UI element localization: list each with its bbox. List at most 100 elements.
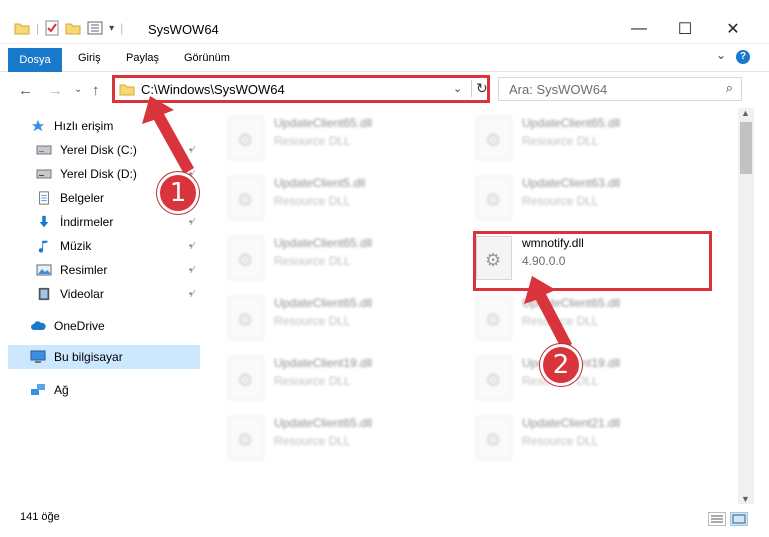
tab-share[interactable]: Paylaş <box>120 46 165 70</box>
refresh-icon[interactable]: ↻ <box>471 80 488 97</box>
star-icon <box>31 119 45 132</box>
tab-file[interactable]: Dosya <box>8 48 62 72</box>
sidebar-item-this-pc[interactable]: Bu bilgisayar <box>8 345 200 369</box>
file-type: Resource DLL <box>274 434 351 448</box>
minimize-icon: — <box>631 20 647 37</box>
gear-icon: ⚙ <box>485 130 502 150</box>
sidebar-item-music[interactable]: Müzik •∕ <box>0 234 200 258</box>
pin-icon[interactable]: •∕ <box>189 289 194 300</box>
file-type: Resource DLL <box>522 194 599 208</box>
documents-icon <box>39 191 49 205</box>
list-item[interactable]: ⚙ UpdateClient65.dll Resource DLL <box>228 114 448 164</box>
sidebar-item-downloads[interactable]: İndirmeler •∕ <box>0 210 200 234</box>
sidebar-item-label: Müzik <box>60 239 92 253</box>
details-view-button[interactable] <box>708 512 726 526</box>
address-dropdown-icon[interactable]: ⌄ <box>453 82 462 95</box>
gear-icon: ⚙ <box>237 130 254 150</box>
status-bar: 141 öğe <box>0 504 769 537</box>
new-folder-icon[interactable] <box>65 21 81 35</box>
file-type: Resource DLL <box>274 374 351 388</box>
list-item[interactable]: ⚙ UpdateClient19.dll Resource DLL <box>476 354 696 404</box>
drive-icon <box>36 145 52 155</box>
recent-locations-icon[interactable]: ⌄ <box>74 84 82 95</box>
step-badge-1: 1 <box>157 172 199 214</box>
cloud-icon <box>31 321 46 330</box>
ribbon-expand-icon[interactable]: ⌄ <box>716 48 726 62</box>
list-item[interactable]: ⚙ UpdateClient21.dll Resource DLL <box>476 414 696 464</box>
sidebar-item-onedrive[interactable]: OneDrive <box>0 314 200 338</box>
step-badge-2: 2 <box>540 344 582 386</box>
file-type: Resource DLL <box>274 254 351 268</box>
sidebar-item-label: İndirmeler <box>60 215 114 229</box>
arrow-1 <box>142 96 194 174</box>
file-name: UpdateClient65.dll <box>522 116 621 130</box>
quick-access-toolbar: | ▾ | <box>14 20 123 36</box>
search-icon[interactable]: ⌕ <box>726 80 733 96</box>
ribbon-tabs: Dosya Giriş Paylaş Görünüm ⌄ ? <box>0 44 769 72</box>
pin-icon[interactable]: •∕ <box>189 217 194 228</box>
file-type: Resource DLL <box>274 194 351 208</box>
scrollbar-thumb[interactable] <box>740 122 752 174</box>
toolbar-separator-2: | <box>120 21 124 35</box>
computer-icon <box>30 350 46 363</box>
list-item[interactable]: ⚙ UpdateClient19.dll Resource DLL <box>228 354 448 404</box>
videos-icon <box>38 287 50 301</box>
search-placeholder[interactable]: Ara: SysWOW64 <box>509 82 607 97</box>
minimize-button[interactable]: — <box>616 14 662 44</box>
dll-file-icon: ⚙ <box>476 296 512 340</box>
gear-icon: ⚙ <box>485 370 502 390</box>
back-button[interactable]: ← <box>18 82 33 99</box>
view-options-icon[interactable] <box>87 21 103 35</box>
sidebar-item-label: OneDrive <box>54 319 105 333</box>
network-icon <box>31 384 45 395</box>
details-view-icon <box>711 515 723 523</box>
vertical-scrollbar[interactable]: ▲ ▼ <box>738 108 754 504</box>
file-type: Resource DLL <box>274 134 351 148</box>
folder-icon[interactable] <box>14 21 30 35</box>
tab-view[interactable]: Görünüm <box>178 46 236 70</box>
file-name: UpdateClient19.dll <box>274 356 373 370</box>
list-item[interactable]: ⚙ UpdateClient65.dll Resource DLL <box>476 114 696 164</box>
gear-icon: ⚙ <box>237 430 254 450</box>
pin-icon[interactable]: •∕ <box>189 241 194 252</box>
maximize-button[interactable]: ☐ <box>662 14 708 44</box>
drive-icon <box>36 169 52 179</box>
list-item[interactable]: ⚙ UpdateClient63.dll Resource DLL <box>476 174 696 224</box>
dll-file-icon: ⚙ <box>476 416 512 460</box>
sidebar-item-pictures[interactable]: Resimler •∕ <box>0 258 200 282</box>
file-name: UpdateClient21.dll <box>522 416 621 430</box>
title-bar: | ▾ | SysWOW64 — ☐ ✕ <box>0 0 769 44</box>
forward-button[interactable]: → <box>48 82 63 99</box>
large-icons-view-button[interactable] <box>730 512 748 526</box>
sidebar-item-label: Belgeler <box>60 191 105 205</box>
up-button[interactable]: ↑ <box>92 82 100 99</box>
sidebar-item-videos[interactable]: Videolar •∕ <box>0 282 200 306</box>
properties-icon[interactable] <box>45 20 59 36</box>
list-item[interactable]: ⚙ UpdateClient5.dll Resource DLL <box>228 174 448 224</box>
close-button[interactable]: ✕ <box>710 14 756 44</box>
dll-file-icon: ⚙ <box>228 416 264 460</box>
customize-toolbar-chevron-icon[interactable]: ▾ <box>109 23 114 34</box>
dll-file-icon: ⚙ <box>228 296 264 340</box>
gear-icon: ⚙ <box>237 370 254 390</box>
tab-home[interactable]: Giriş <box>72 46 107 70</box>
pin-icon[interactable]: •∕ <box>189 265 194 276</box>
close-icon: ✕ <box>726 21 740 38</box>
dll-file-icon: ⚙ <box>228 116 264 160</box>
sidebar-item-network[interactable]: Ağ <box>0 378 200 402</box>
file-name: UpdateClient65.dll <box>274 236 373 250</box>
sidebar-item-label: Videolar <box>60 287 104 301</box>
file-type: Resource DLL <box>274 314 351 328</box>
dll-file-icon: ⚙ <box>228 176 264 220</box>
file-name: UpdateClient65.dll <box>274 416 373 430</box>
scroll-down-icon[interactable]: ▼ <box>741 494 750 504</box>
list-item[interactable]: ⚙ UpdateClient65.dll Resource DLL <box>228 414 448 464</box>
help-icon[interactable]: ? <box>736 50 750 64</box>
search-box[interactable]: Ara: SysWOW64 ⌕ <box>498 77 742 101</box>
address-row: ← → ⌄ ↑ C:\Windows\SysWOW64 ⌄ ↻ Ara: Sys… <box>0 72 769 108</box>
scroll-up-icon[interactable]: ▲ <box>741 108 750 118</box>
list-item[interactable]: ⚙ UpdateClient65.dll Resource DLL <box>228 234 448 284</box>
list-item[interactable]: ⚙ UpdateClient65.dll Resource DLL <box>228 294 448 344</box>
toolbar-separator: | <box>36 21 40 35</box>
list-item[interactable]: ⚙ UpdateClient65.dll Resource DLL <box>476 294 696 344</box>
